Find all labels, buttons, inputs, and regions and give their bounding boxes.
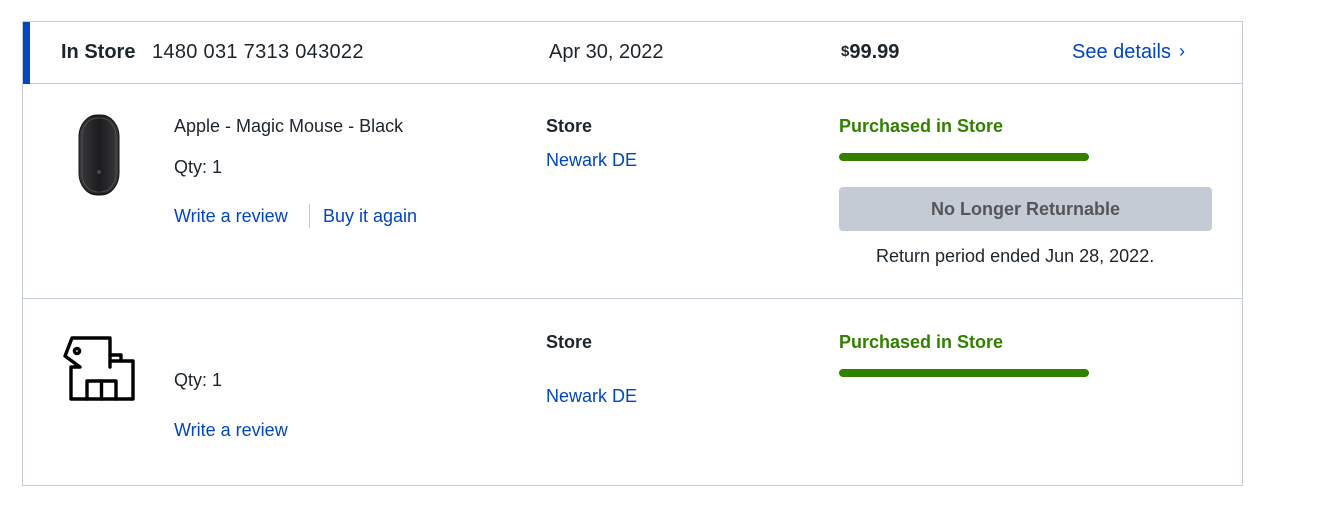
purchase-status: Purchased in Store: [839, 332, 1004, 352]
return-period-note: Return period ended Jun 28, 2022.: [876, 246, 1155, 266]
item-name[interactable]: Apple - Magic Mouse - Black: [174, 115, 403, 137]
item-qty: Qty: 1: [174, 157, 223, 177]
store-label: Store: [546, 332, 593, 352]
chevron-right-icon[interactable]: ›: [1179, 40, 1185, 62]
order-total-amount: 99.99: [849, 41, 900, 63]
see-details-label[interactable]: See details: [1072, 41, 1171, 63]
no-longer-returnable-button[interactable]: No Longer Returnable: [839, 187, 1212, 231]
order-number: 1480 031 7313 043022: [152, 41, 364, 63]
order-date: Apr 30, 2022: [549, 41, 664, 63]
order-type: In Store: [61, 41, 136, 63]
order-total: $99.99: [841, 41, 899, 63]
order-header: In Store 1480 031 7313 043022 Apr 30, 20…: [23, 22, 1242, 84]
order-card: In Store 1480 031 7313 043022 Apr 30, 20…: [22, 21, 1243, 486]
order-item: Apple - Magic Mouse - Black Qty: 1 Write…: [23, 84, 1242, 299]
store-location-link[interactable]: Newark DE: [546, 385, 637, 407]
purchase-status: Purchased in Store: [839, 116, 1004, 136]
see-details-link[interactable]: See details ›: [1072, 41, 1185, 63]
status-progress-bar: [839, 369, 1089, 377]
store-tag-icon[interactable]: [63, 335, 137, 403]
store-location-link[interactable]: Newark DE: [546, 149, 637, 171]
write-review-link[interactable]: Write a review: [174, 419, 288, 441]
buy-it-again-link[interactable]: Buy it again: [323, 205, 417, 227]
magic-mouse-image[interactable]: [77, 114, 121, 196]
status-progress-bar: [839, 153, 1089, 161]
link-divider: [309, 204, 310, 228]
store-label: Store: [546, 116, 593, 136]
order-item: Qty: 1 Write a review Store Newark DE Pu…: [23, 299, 1242, 486]
header-accent-bar: [23, 22, 30, 84]
write-review-link[interactable]: Write a review: [174, 205, 288, 227]
item-qty: Qty: 1: [174, 370, 223, 390]
